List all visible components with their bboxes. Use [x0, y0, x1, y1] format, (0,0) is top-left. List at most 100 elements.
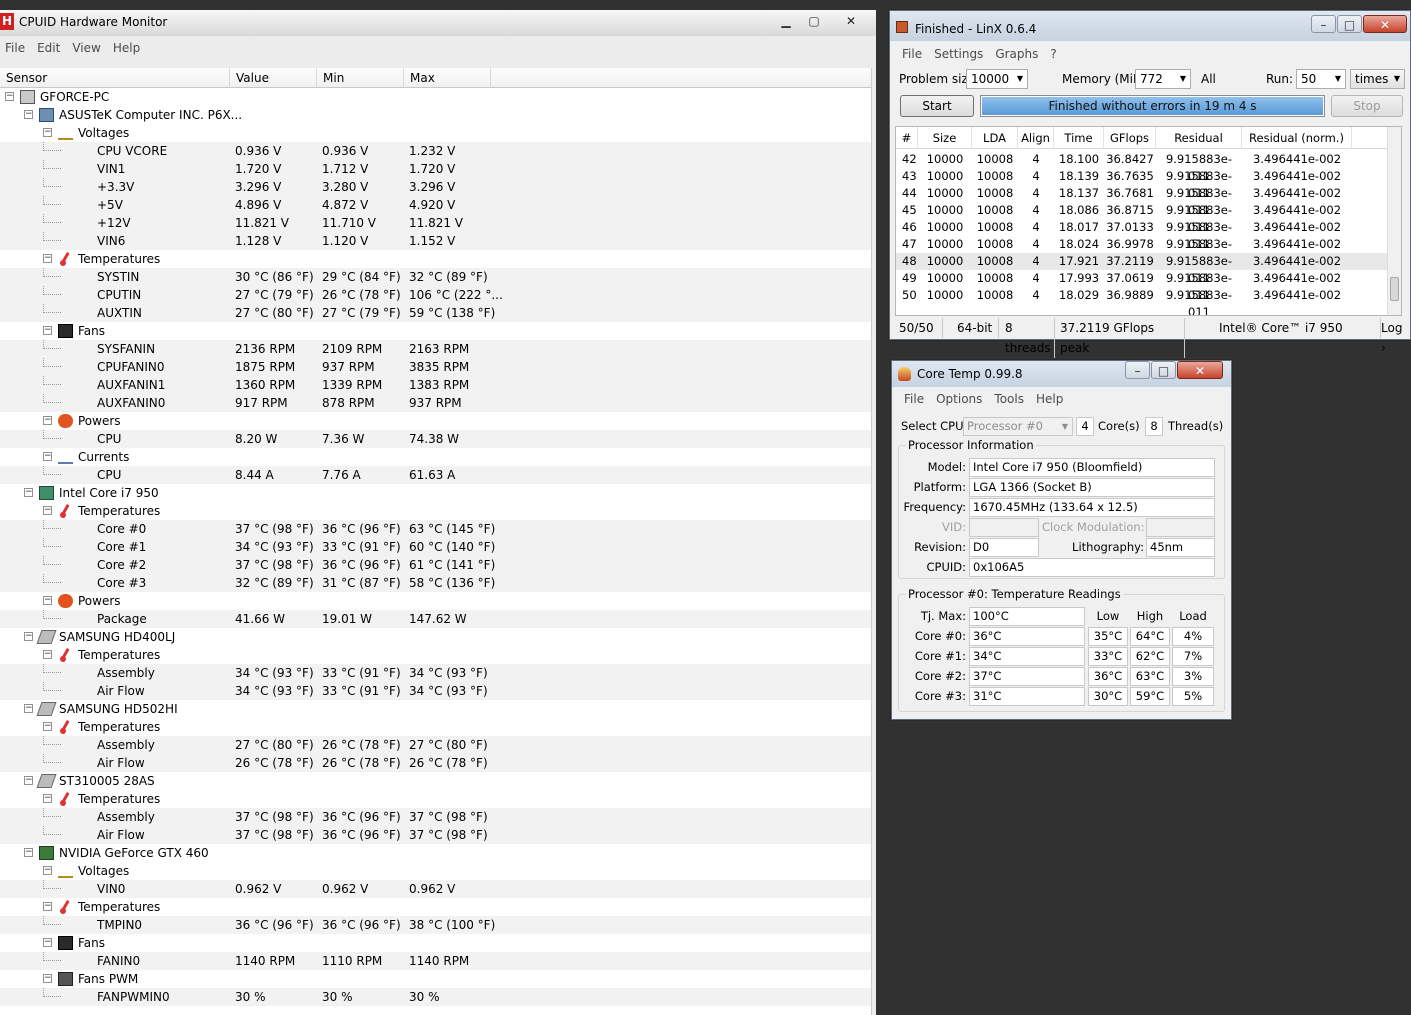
results-row[interactable]: 46 10000 10008 4 18.017 37.0133 9.915883e-011 3…: [896, 219, 1392, 251]
collapse-toggle-icon[interactable]: −: [43, 866, 52, 875]
sensor-row[interactable]: SYSFANIN 2136 RPM 2109 RPM 2163 RPM: [0, 340, 871, 358]
sensor-group-row[interactable]: − Temperatures: [0, 250, 871, 268]
results-scrollbar[interactable]: [1387, 127, 1401, 315]
collapse-toggle-icon[interactable]: −: [24, 776, 33, 785]
sensor-row[interactable]: Package 41.66 W 19.01 W 147.62 W: [0, 610, 871, 628]
sensor-row[interactable]: VIN0 0.962 V 0.962 V 0.962 V: [0, 880, 871, 898]
sensor-row[interactable]: CPU 8.20 W 7.36 W 74.38 W: [0, 430, 871, 448]
sensor-group-row[interactable]: − Temperatures: [0, 790, 871, 808]
sensor-row[interactable]: +3.3V 3.296 V 3.280 V 3.296 V: [0, 178, 871, 196]
coretemp-maximize-button[interactable]: □: [1151, 361, 1176, 379]
ct-menu-tools[interactable]: Tools: [988, 392, 1030, 406]
sensor-group-row[interactable]: − Currents: [0, 448, 871, 466]
sensor-group-row[interactable]: − Fans: [0, 934, 871, 952]
linx-titlebar[interactable]: Finished - LinX 0.6.4 – □ ✕: [890, 11, 1410, 41]
sensor-group-row[interactable]: − Voltages: [0, 862, 871, 880]
linx-maximize-button[interactable]: □: [1337, 15, 1362, 33]
scrollbar-thumb[interactable]: [1390, 277, 1399, 301]
collapse-toggle-icon[interactable]: −: [43, 596, 52, 605]
sensor-group-row[interactable]: − Intel Core i7 950: [0, 484, 871, 502]
sensor-group-row[interactable]: − GFORCE-PC: [0, 88, 871, 106]
select-cpu-dropdown[interactable]: Processor #0 ▼: [963, 417, 1073, 436]
sensor-row[interactable]: Air Flow 37 °C (98 °F) 36 °C (96 °F) 37 °C …: [0, 826, 871, 844]
collapse-toggle-icon[interactable]: −: [43, 452, 52, 461]
start-button[interactable]: Start: [900, 95, 974, 117]
collapse-toggle-icon[interactable]: −: [24, 110, 33, 119]
sensor-row[interactable]: AUXFANIN1 1360 RPM 1339 RPM 1383 RPM: [0, 376, 871, 394]
sensor-row[interactable]: SYSTIN 30 °C (86 °F) 29 °C (84 °F) 32 °C (8…: [0, 268, 871, 286]
menu-file[interactable]: File: [0, 41, 31, 55]
collapse-toggle-icon[interactable]: −: [24, 488, 33, 497]
maximize-button[interactable]: ▢: [802, 12, 826, 30]
sensor-group-row[interactable]: − Powers: [0, 412, 871, 430]
sensor-group-row[interactable]: − Temperatures: [0, 718, 871, 736]
collapse-toggle-icon[interactable]: −: [43, 128, 52, 137]
coretemp-close-button[interactable]: ✕: [1177, 361, 1223, 379]
sensor-group-row[interactable]: − Powers: [0, 592, 871, 610]
collapse-toggle-icon[interactable]: −: [43, 974, 52, 983]
hwmonitor-titlebar[interactable]: H CPUID Hardware Monitor ▁ ▢ ✕: [0, 10, 876, 36]
results-col-header[interactable]: Size: [918, 127, 972, 149]
ct-menu-help[interactable]: Help: [1030, 392, 1069, 406]
memory-all-label[interactable]: All: [1201, 70, 1216, 88]
menu-edit[interactable]: Edit: [31, 41, 66, 55]
results-col-header[interactable]: LDA: [972, 127, 1018, 149]
sensor-row[interactable]: CPUTIN 27 °C (79 °F) 26 °C (78 °F) 106 °C (…: [0, 286, 871, 304]
sensor-row[interactable]: VIN1 1.720 V 1.712 V 1.720 V: [0, 160, 871, 178]
sensor-row[interactable]: +5V 4.896 V 4.872 V 4.920 V: [0, 196, 871, 214]
sensor-row[interactable]: TMPIN0 36 °C (96 °F) 36 °C (96 °F) 38 °C (1…: [0, 916, 871, 934]
linx-menu-file[interactable]: File: [890, 47, 928, 61]
results-col-header[interactable]: #: [896, 127, 918, 149]
sensor-row[interactable]: Core #1 34 °C (93 °F) 33 °C (91 °F) 60 °C (…: [0, 538, 871, 556]
menu-help[interactable]: Help: [107, 41, 146, 55]
col-min[interactable]: Min: [317, 68, 404, 88]
run-count-select[interactable]: 50 ▼: [1296, 69, 1346, 89]
results-row[interactable]: 42 10000 10008 4 18.100 36.8427 9.915883e-011 3…: [896, 151, 1392, 183]
linx-menu-help[interactable]: ?: [1044, 47, 1062, 61]
sensor-group-row[interactable]: − Temperatures: [0, 898, 871, 916]
results-row[interactable]: 45 10000 10008 4 18.086 36.8715 9.915883e-011 3…: [896, 202, 1392, 234]
sensor-row[interactable]: CPU VCORE 0.936 V 0.936 V 1.232 V: [0, 142, 871, 160]
sensor-row[interactable]: Core #3 32 °C (89 °F) 31 °C (87 °F) 58 °C (…: [0, 574, 871, 592]
sensor-row[interactable]: FANIN0 1140 RPM 1110 RPM 1140 RPM: [0, 952, 871, 970]
results-col-header[interactable]: Residual (norm.): [1242, 127, 1352, 149]
sensor-row[interactable]: AUXTIN 27 °C (80 °F) 27 °C (79 °F) 59 °C (1…: [0, 304, 871, 322]
collapse-toggle-icon[interactable]: −: [43, 722, 52, 731]
col-sensor[interactable]: Sensor: [0, 68, 230, 88]
results-col-header[interactable]: Time: [1054, 127, 1104, 149]
results-col-header[interactable]: GFlops: [1104, 127, 1156, 149]
sensor-row[interactable]: VIN6 1.128 V 1.120 V 1.152 V: [0, 232, 871, 250]
sensor-row[interactable]: Assembly 34 °C (93 °F) 33 °C (91 °F) 34 °C …: [0, 664, 871, 682]
collapse-toggle-icon[interactable]: −: [43, 938, 52, 947]
sensor-row[interactable]: CPU 8.44 A 7.76 A 61.63 A: [0, 466, 871, 484]
collapse-toggle-icon[interactable]: −: [5, 92, 14, 101]
results-row[interactable]: 48 10000 10008 4 17.921 37.2119 9.915883e-011 3…: [896, 253, 1392, 285]
sensor-row[interactable]: Assembly 27 °C (80 °F) 26 °C (78 °F) 27 °C …: [0, 736, 871, 754]
sensor-tree[interactable]: Sensor Value Min Max − GFORCE-PC − ASUSTeK …: [0, 68, 872, 1015]
log-button[interactable]: Log ›: [1381, 318, 1411, 358]
memory-select[interactable]: 772 ▼: [1135, 69, 1191, 89]
col-value[interactable]: Value: [230, 68, 317, 88]
collapse-toggle-icon[interactable]: −: [43, 794, 52, 803]
sensor-group-row[interactable]: − Voltages: [0, 124, 871, 142]
collapse-toggle-icon[interactable]: −: [43, 254, 52, 263]
results-table[interactable]: # Size LDA Align Time GFlops Residual Residual …: [895, 126, 1402, 316]
results-row[interactable]: 49 10000 10008 4 17.993 37.0619 9.915883e-011 3…: [896, 270, 1392, 302]
coretemp-minimize-button[interactable]: –: [1125, 361, 1150, 379]
sensor-group-row[interactable]: − ST310005 28AS: [0, 772, 871, 790]
sensor-group-row[interactable]: − Temperatures: [0, 646, 871, 664]
coretemp-titlebar[interactable]: Core Temp 0.99.8 – □ ✕: [892, 361, 1231, 387]
sensor-group-row[interactable]: − Fans PWM: [0, 970, 871, 988]
ct-menu-options[interactable]: Options: [930, 392, 988, 406]
collapse-toggle-icon[interactable]: −: [24, 848, 33, 857]
sensor-row[interactable]: Air Flow 26 °C (78 °F) 26 °C (78 °F) 26 °C …: [0, 754, 871, 772]
menu-view[interactable]: View: [66, 41, 106, 55]
linx-menu-settings[interactable]: Settings: [928, 47, 989, 61]
collapse-toggle-icon[interactable]: −: [24, 632, 33, 641]
sensor-group-row[interactable]: − SAMSUNG HD502HI: [0, 700, 871, 718]
close-button[interactable]: ✕: [838, 12, 864, 30]
ct-menu-file[interactable]: File: [892, 392, 930, 406]
sensor-row[interactable]: +12V 11.821 V 11.710 V 11.821 V: [0, 214, 871, 232]
collapse-toggle-icon[interactable]: −: [43, 650, 52, 659]
sensor-row[interactable]: FANPWMIN0 30 % 30 % 30 %: [0, 988, 871, 1006]
